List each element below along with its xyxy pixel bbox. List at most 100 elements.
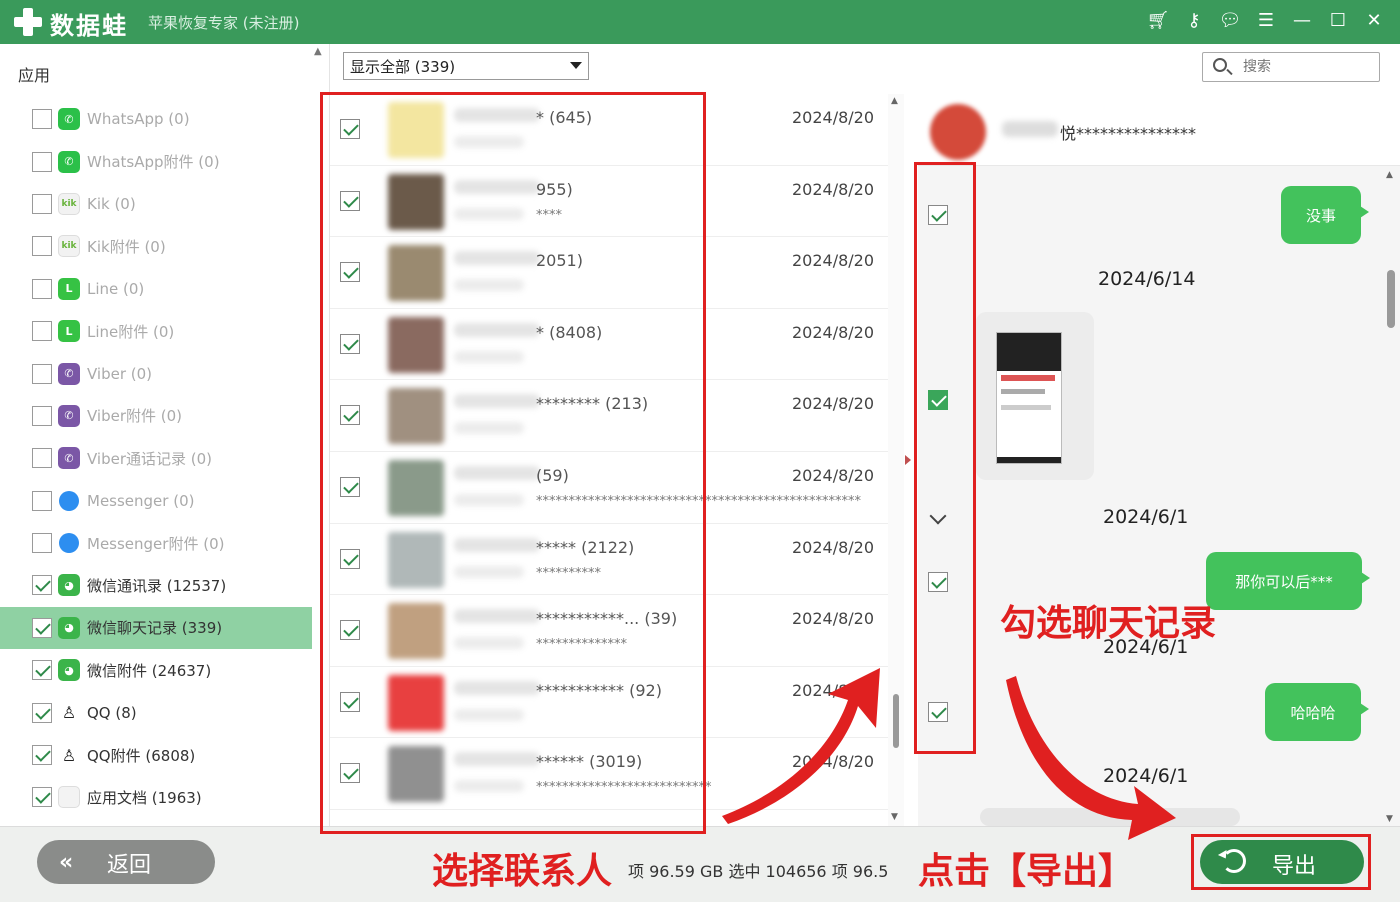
sidebar-item-checkbox[interactable] bbox=[32, 575, 52, 596]
sidebar-item-label: 微信通讯录 (12537) bbox=[87, 576, 227, 595]
filter-value: 显示全部 (339) bbox=[350, 58, 456, 76]
sidebar-item[interactable]: ✆ Viber附件 (0) bbox=[0, 395, 312, 437]
sidebar-item-checkbox[interactable] bbox=[32, 151, 52, 172]
sidebar-item-label: Kik附件 (0) bbox=[87, 237, 166, 256]
search-icon bbox=[1213, 58, 1227, 72]
back-button[interactable]: « 返回 bbox=[37, 840, 215, 884]
sidebar-item-label: Line (0) bbox=[87, 279, 145, 298]
sidebar-item-label: 应用文档 (1963) bbox=[87, 788, 202, 807]
minimize-icon[interactable]: — bbox=[1290, 9, 1314, 33]
screenshot-thumbnail bbox=[996, 332, 1062, 464]
chat-icon[interactable]: 💬︎ bbox=[1218, 9, 1242, 33]
sidebar-item[interactable]: ◕ 微信通讯录 (12537) bbox=[0, 564, 312, 606]
maximize-icon[interactable]: ☐ bbox=[1326, 9, 1350, 33]
sidebar-item-label: 微信附件 (24637) bbox=[87, 661, 212, 680]
chat-avatar bbox=[930, 104, 986, 160]
sidebar-item[interactable]: Messenger附件 (0) bbox=[0, 522, 312, 564]
sidebar-item-checkbox[interactable] bbox=[32, 533, 52, 554]
feedback-icon[interactable]: ☰ bbox=[1254, 9, 1278, 33]
sidebar-item-label: Line附件 (0) bbox=[87, 322, 175, 341]
title-bar: 数据蛙 苹果恢复专家 (未注册) 🛒︎ ⚷ 💬︎ ☰ — ☐ ✕ bbox=[0, 0, 1400, 44]
scroll-down-icon[interactable]: ▼ bbox=[891, 812, 898, 822]
sidebar-item[interactable]: ♙ QQ (8) bbox=[0, 691, 312, 733]
sidebar-item[interactable]: kik Kik附件 (0) bbox=[0, 225, 312, 267]
sidebar-item-checkbox[interactable] bbox=[32, 363, 52, 384]
panel-splitter-icon[interactable] bbox=[905, 455, 911, 465]
image-message[interactable] bbox=[976, 312, 1094, 480]
sidebar-item-checkbox[interactable] bbox=[32, 278, 52, 299]
close-icon[interactable]: ✕ bbox=[1362, 9, 1386, 33]
filter-dropdown[interactable]: 显示全部 (339) bbox=[343, 52, 589, 80]
whatsapp-icon: ✆ bbox=[58, 108, 80, 131]
chat-bubble-sent: 哈哈哈 bbox=[1265, 683, 1369, 741]
sidebar-item[interactable]: ✆ WhatsApp (0) bbox=[0, 98, 312, 140]
sidebar-item[interactable]: ♙ QQ附件 (6808) bbox=[0, 734, 312, 776]
contact-date: 2024/8/20 bbox=[792, 251, 875, 271]
scroll-down-icon[interactable]: ▼ bbox=[1386, 814, 1393, 824]
chat-scrollbar[interactable]: ▲ ▼ bbox=[1384, 170, 1398, 826]
sidebar-item-label: 微信聊天记录 (339) bbox=[87, 619, 223, 638]
sidebar-item-checkbox[interactable] bbox=[32, 236, 52, 257]
sidebar-item-label: WhatsApp附件 (0) bbox=[87, 153, 220, 172]
sidebar-scroll-up-icon[interactable]: ▲ bbox=[314, 46, 322, 57]
messenger-icon bbox=[58, 490, 80, 512]
qq-icon: ♙ bbox=[61, 703, 77, 723]
contact-date: 2024/8/20 bbox=[792, 537, 875, 557]
cart-icon[interactable]: 🛒︎ bbox=[1146, 9, 1170, 33]
sidebar-item-checkbox[interactable] bbox=[32, 490, 52, 511]
sidebar-item-label: Messenger (0) bbox=[87, 491, 195, 510]
contact-date: 2024/8/20 bbox=[792, 752, 875, 772]
back-button-label: 返回 bbox=[107, 853, 152, 878]
sidebar-item[interactable]: ◕ 微信聊天记录 (339) bbox=[0, 606, 312, 650]
sidebar-item-checkbox[interactable] bbox=[32, 405, 52, 426]
annotation-check-chats: 勾选聊天记录 bbox=[1000, 603, 1217, 644]
contact-date: 2024/8/20 bbox=[792, 465, 875, 485]
sidebar-item-checkbox[interactable] bbox=[32, 702, 52, 723]
sidebar-item-label: Viber附件 (0) bbox=[87, 407, 183, 426]
message-date: 2024/6/1 bbox=[1103, 506, 1189, 528]
contact-date: 2024/8/20 bbox=[792, 179, 875, 199]
scroll-up-icon[interactable]: ▲ bbox=[891, 96, 898, 106]
sidebar-item[interactable]: kik Kik (0) bbox=[0, 183, 312, 225]
annotation-box-contacts bbox=[320, 92, 706, 834]
contact-date: 2024/8/20 bbox=[792, 108, 875, 127]
sidebar-header: 应用 bbox=[18, 66, 51, 85]
viber-icon: ✆ bbox=[58, 404, 80, 427]
blurred-name bbox=[1002, 121, 1058, 137]
sidebar-item[interactable]: Messenger (0) bbox=[0, 480, 312, 522]
contact-date: 2024/8/20 bbox=[792, 394, 875, 414]
key-icon[interactable]: ⚷ bbox=[1182, 9, 1206, 33]
sidebar-list: ✆ WhatsApp (0) ✆ WhatsApp附件 (0) kik Kik (0) ki… bbox=[0, 98, 312, 819]
sidebar-item[interactable]: ✆ WhatsApp附件 (0) bbox=[0, 140, 312, 182]
sidebar-item-checkbox[interactable] bbox=[32, 617, 52, 638]
sidebar-item[interactable]: L Line (0) bbox=[0, 268, 312, 310]
sidebar-item-checkbox[interactable] bbox=[32, 193, 52, 214]
sidebar-item[interactable]: ◕ 微信附件 (24637) bbox=[0, 649, 312, 691]
scrollbar-thumb[interactable] bbox=[1387, 270, 1395, 328]
sidebar-item-checkbox[interactable] bbox=[32, 448, 52, 469]
message-date: 2024/6/1 bbox=[1103, 765, 1189, 787]
sidebar-item-checkbox[interactable] bbox=[32, 787, 52, 808]
sidebar-item-checkbox[interactable] bbox=[32, 745, 52, 766]
sidebar-item[interactable]: ✆ Viber通话记录 (0) bbox=[0, 437, 312, 479]
viber-icon: ✆ bbox=[58, 362, 80, 385]
contact-date: 2024/8/20 bbox=[792, 322, 875, 342]
sidebar-item-checkbox[interactable] bbox=[32, 321, 52, 342]
app-brand: 数据蛙 bbox=[50, 12, 128, 40]
scroll-up-icon[interactable]: ▲ bbox=[1386, 170, 1393, 180]
search-box[interactable] bbox=[1202, 52, 1380, 82]
sidebar-item[interactable]: ✆ Viber (0) bbox=[0, 352, 312, 394]
sidebar-item-checkbox[interactable] bbox=[32, 660, 52, 681]
wechat-icon: ◕ bbox=[58, 616, 80, 639]
sidebar-item-label: QQ附件 (6808) bbox=[87, 746, 196, 765]
annotation-select-contacts: 选择联系人 bbox=[432, 851, 613, 892]
sidebar-item-checkbox[interactable] bbox=[32, 109, 52, 130]
scrollbar-thumb[interactable] bbox=[893, 694, 899, 748]
sidebar-item-label: Kik (0) bbox=[87, 194, 136, 213]
sidebar-item[interactable]: L Line附件 (0) bbox=[0, 310, 312, 352]
search-input[interactable] bbox=[1243, 57, 1371, 77]
sidebar-item[interactable]: 应用文档 (1963) bbox=[0, 776, 312, 818]
export-button[interactable]: 导出 bbox=[1200, 840, 1364, 884]
export-icon bbox=[1222, 849, 1246, 873]
contact-list-scrollbar[interactable]: ▲ ▼ bbox=[888, 94, 904, 826]
